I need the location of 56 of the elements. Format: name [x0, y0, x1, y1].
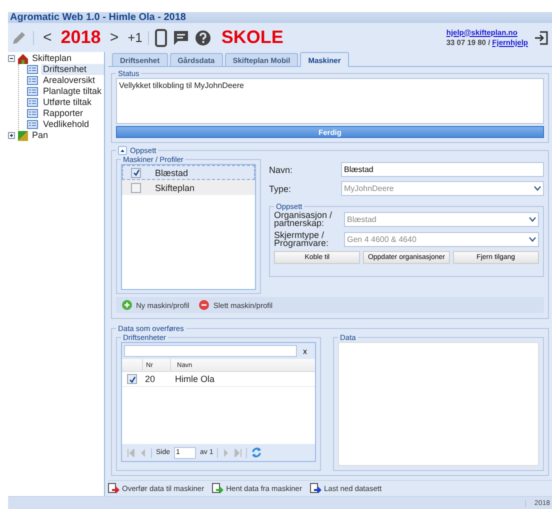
document-arrow-icon: [212, 483, 224, 494]
name-field[interactable]: Blæstad: [341, 162, 544, 177]
increment-year-button[interactable]: +1: [128, 30, 142, 45]
field-label: Organisasjon / partnerskap:: [274, 211, 334, 227]
field-label: Type:: [269, 184, 292, 192]
check-icon: [128, 376, 136, 382]
tree-item[interactable]: Utførte tiltak: [41, 97, 94, 108]
checkbox[interactable]: [127, 374, 137, 384]
document-arrow-icon: [108, 483, 120, 494]
profile-row[interactable]: Blæstad: [122, 165, 255, 180]
dropdown-field[interactable]: Gen 4 4600 & 4640: [344, 232, 539, 246]
field-label: Skjermtype / Programvare:: [274, 231, 330, 247]
table-cell-text: Himle Ola: [174, 373, 215, 386]
expand-icon[interactable]: [8, 132, 15, 139]
remove-icon: [199, 300, 210, 310]
school-label: SKOLE: [221, 27, 284, 48]
phone-icon[interactable]: [155, 28, 168, 46]
refresh-icon[interactable]: [251, 447, 262, 458]
clear-button[interactable]: x: [297, 346, 313, 356]
profile-name: Blæstad: [155, 168, 188, 178]
checkbox[interactable]: [131, 182, 141, 192]
checkbox[interactable]: [131, 168, 141, 178]
collapse-icon[interactable]: [8, 55, 15, 62]
field-icon: [18, 130, 28, 140]
tree-item[interactable]: Vedlikehold: [41, 119, 92, 130]
form-icon: [27, 76, 38, 85]
field-label: Navn:: [269, 166, 294, 174]
document-arrow-icon: [310, 483, 322, 494]
chat-icon[interactable]: [173, 30, 190, 46]
previous-year-button[interactable]: <: [40, 29, 55, 46]
profile-name: Skifteplan: [155, 182, 195, 192]
table-cell-text: 20: [144, 373, 156, 386]
form-icon: [27, 87, 38, 96]
year-label: 2018: [60, 27, 101, 48]
tree-item[interactable]: Arealoversikt: [41, 75, 98, 86]
dropdown-field[interactable]: MyJohnDeere: [341, 181, 544, 196]
dropdown-field[interactable]: Blæstad: [344, 212, 539, 226]
barn-icon: [18, 54, 28, 64]
form-icon: [27, 98, 38, 107]
status-message: Vellykket tilkobling til MyJohnDeere: [116, 78, 544, 124]
tree-item[interactable]: Rapporter: [41, 108, 86, 119]
logout-icon[interactable]: [534, 30, 548, 44]
next-year-button[interactable]: >: [106, 29, 122, 46]
check-icon: [132, 169, 140, 176]
tree-item[interactable]: Skifteplan: [30, 53, 74, 64]
form-icon: [27, 109, 38, 118]
add-icon: [122, 300, 132, 310]
tree-item[interactable]: Pan: [30, 130, 50, 141]
window-title: Agromatic Web 1.0 - Himle Ola - 2018: [8, 12, 552, 23]
form-icon: [27, 65, 38, 74]
form-icon: [27, 120, 38, 129]
help-icon[interactable]: [195, 30, 212, 46]
search-field[interactable]: [124, 345, 297, 357]
profile-row[interactable]: Skifteplan: [122, 180, 255, 195]
tree-item[interactable]: Planlagte tiltak: [41, 86, 104, 97]
tree-item[interactable]: Driftsenhet: [41, 64, 104, 75]
